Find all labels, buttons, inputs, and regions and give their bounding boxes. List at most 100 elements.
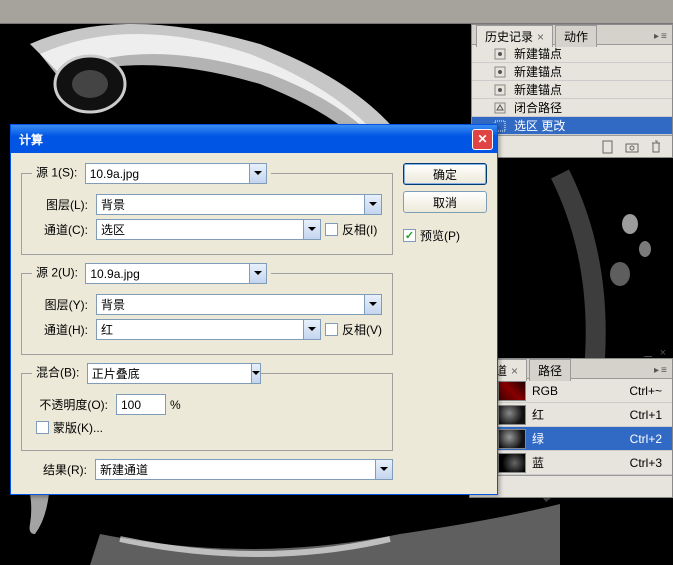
channel-item-rgb[interactable]: RGB Ctrl+~	[470, 379, 672, 403]
channel-item-red[interactable]: 红 Ctrl+1	[470, 403, 672, 427]
chevron-down-icon[interactable]	[365, 194, 382, 215]
source1-layer-combo[interactable]	[96, 194, 382, 215]
source2-layer-label: 图层(Y):	[32, 296, 88, 313]
calculations-dialog: 计算 ✕ 源 1(S): 图层(L): 通道(C): 反相(I)	[10, 124, 498, 495]
close-button[interactable]: ✕	[472, 129, 493, 150]
history-panel: 历史记录× 动作 新建锚点 新建锚点 新建锚点 闭合路径 选区 更改	[471, 24, 673, 158]
result-input[interactable]	[95, 459, 376, 480]
history-label: 新建锚点	[514, 63, 562, 80]
source2-layer-input[interactable]	[96, 294, 365, 315]
source2-group: 源 2(U): 图层(Y): 通道(H): 反相(V)	[21, 263, 393, 355]
panel-menu-icon[interactable]	[654, 362, 668, 374]
source2-channel-combo[interactable]	[96, 319, 321, 340]
result-combo[interactable]	[95, 459, 393, 480]
checkbox-box	[36, 421, 49, 434]
opacity-input[interactable]	[116, 394, 166, 415]
preview-label: 预览(P)	[420, 227, 460, 244]
channel-name: 红	[532, 406, 630, 423]
source1-invert-checkbox[interactable]: 反相(I)	[325, 221, 377, 238]
channels-list: RGB Ctrl+~ 红 Ctrl+1 绿 Ctrl+2 蓝 Ctrl+3	[470, 379, 672, 475]
mask-checkbox[interactable]: 蒙版(K)...	[36, 419, 103, 436]
close-icon[interactable]: ×	[537, 30, 544, 44]
source1-file-input[interactable]	[85, 163, 250, 184]
source1-invert-label: 反相(I)	[342, 221, 377, 238]
new-doc-icon[interactable]	[600, 139, 616, 155]
source2-channel-input[interactable]	[96, 319, 304, 340]
panel-menu-icon[interactable]	[654, 28, 668, 40]
channel-shortcut: Ctrl+3	[630, 456, 672, 470]
dialog-left: 源 1(S): 图层(L): 通道(C): 反相(I) 源 2(U):	[21, 163, 393, 484]
source2-legend: 源 2(U):	[32, 263, 271, 284]
source2-invert-label: 反相(V)	[342, 321, 382, 338]
channel-thumb	[498, 429, 526, 449]
source1-layer-label: 图层(L):	[32, 196, 88, 213]
history-tabs: 历史记录× 动作	[472, 25, 672, 45]
chevron-down-icon[interactable]	[365, 294, 382, 315]
history-item[interactable]: 新建锚点	[472, 81, 672, 99]
chevron-down-icon[interactable]	[250, 163, 267, 184]
history-item[interactable]: 闭合路径	[472, 99, 672, 117]
channel-item-blue[interactable]: 蓝 Ctrl+3	[470, 451, 672, 475]
source2-file-combo[interactable]	[85, 263, 267, 284]
preview-checkbox[interactable]: 预览(P)	[403, 227, 487, 244]
history-item[interactable]: 新建锚点	[472, 63, 672, 81]
blend-mode-combo[interactable]	[87, 363, 239, 384]
chevron-down-icon[interactable]	[250, 263, 267, 284]
dialog-titlebar[interactable]: 计算 ✕	[11, 125, 497, 153]
channel-thumb	[498, 405, 526, 425]
chevron-down-icon[interactable]	[304, 219, 321, 240]
checkbox-box	[403, 229, 416, 242]
history-list: 新建锚点 新建锚点 新建锚点 闭合路径 选区 更改	[472, 45, 672, 135]
chevron-down-icon[interactable]	[304, 319, 321, 340]
trash-icon[interactable]	[648, 139, 664, 155]
channel-shortcut: Ctrl+1	[630, 408, 672, 422]
channel-item-green[interactable]: 绿 Ctrl+2	[470, 427, 672, 451]
dialog-body: 源 1(S): 图层(L): 通道(C): 反相(I) 源 2(U):	[11, 153, 497, 494]
history-label: 闭合路径	[514, 99, 562, 116]
channel-shortcut: Ctrl+~	[629, 384, 672, 398]
tab-actions[interactable]: 动作	[555, 25, 597, 47]
source1-file-combo[interactable]	[85, 163, 267, 184]
source1-channel-label: 通道(C):	[32, 221, 88, 238]
tab-history[interactable]: 历史记录×	[476, 25, 553, 47]
history-item[interactable]: 选区 更改	[472, 117, 672, 135]
source2-legend-text: 源 2(U):	[36, 266, 78, 280]
source1-channel-input[interactable]	[96, 219, 304, 240]
close-icon[interactable]: ×	[660, 347, 666, 359]
history-label: 新建锚点	[514, 81, 562, 98]
channel-name: 蓝	[532, 454, 630, 471]
source1-channel-combo[interactable]	[96, 219, 321, 240]
channel-name: RGB	[532, 384, 629, 398]
close-path-icon	[492, 101, 508, 115]
blend-legend-text: 混合(B):	[36, 366, 79, 380]
chevron-down-icon[interactable]	[252, 363, 261, 384]
source2-file-input[interactable]	[85, 263, 250, 284]
history-footer	[472, 135, 672, 157]
tab-paths[interactable]: 路径	[529, 359, 571, 381]
channel-name: 绿	[532, 430, 630, 447]
blend-group: 混合(B): 不透明度(O): % 蒙版(K)...	[21, 363, 393, 451]
cancel-button[interactable]: 取消	[403, 191, 487, 213]
source1-legend: 源 1(S):	[32, 163, 271, 184]
history-item[interactable]: 新建锚点	[472, 45, 672, 63]
checkbox-box	[325, 223, 338, 236]
source1-layer-input[interactable]	[96, 194, 365, 215]
chevron-down-icon[interactable]	[376, 459, 393, 480]
ok-button[interactable]: 确定	[403, 163, 487, 185]
blend-mode-input[interactable]	[87, 363, 252, 384]
close-icon[interactable]: ×	[511, 364, 518, 378]
history-label: 选区 更改	[514, 117, 565, 134]
result-label: 结果(R):	[21, 461, 87, 478]
checkbox-box	[325, 323, 338, 336]
percent-label: %	[170, 398, 181, 412]
blend-legend: 混合(B):	[32, 363, 243, 384]
channel-shortcut: Ctrl+2	[630, 432, 672, 446]
anchor-icon	[492, 47, 508, 61]
source2-invert-checkbox[interactable]: 反相(V)	[325, 321, 382, 338]
new-snapshot-icon[interactable]	[624, 139, 640, 155]
anchor-icon	[492, 83, 508, 97]
source2-layer-combo[interactable]	[96, 294, 382, 315]
source1-legend-text: 源 1(S):	[36, 166, 77, 180]
history-label: 新建锚点	[514, 45, 562, 62]
mask-label: 蒙版(K)...	[53, 419, 103, 436]
